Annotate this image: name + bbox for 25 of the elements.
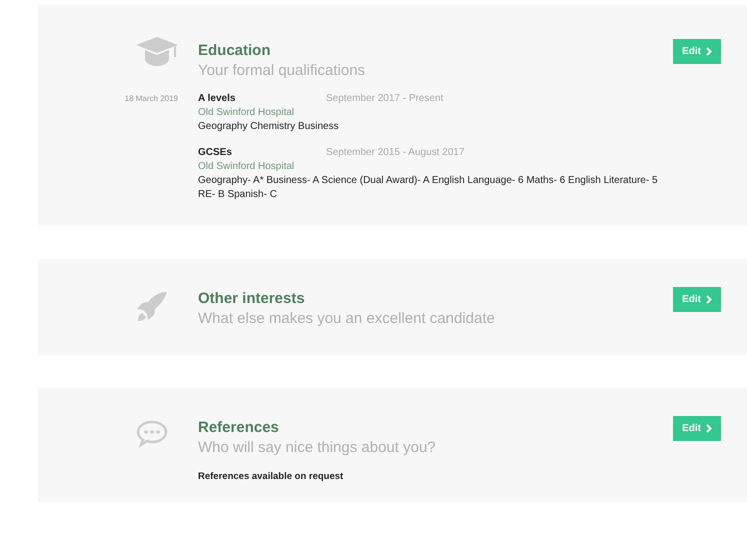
school-name: Old Swinford Hospital <box>198 160 296 174</box>
date-range: September 2015 - August 2017 <box>326 146 464 160</box>
date-range: September 2017 - Present <box>326 92 444 106</box>
chevron-right-icon <box>706 424 712 433</box>
chevron-right-icon <box>706 295 712 304</box>
school-name: Old Swinford Hospital <box>198 106 296 120</box>
edit-button[interactable]: Edit <box>673 39 721 64</box>
rocket-icon <box>136 291 168 323</box>
section-subtitle: Your formal qualifications <box>198 61 366 81</box>
subjects-text: Geography- A* Business- A Science (Dual Award)- A English Language- 6 Maths- 6 English Literature- 5 RE- B Spanish- C <box>198 174 658 202</box>
subjects-text: Geography Chemistry Business <box>198 120 340 134</box>
chevron-right-icon <box>706 47 712 56</box>
graduation-cap-icon <box>136 37 178 67</box>
section-subtitle: Who will say nice things about you? <box>198 438 437 458</box>
section-title: References <box>198 418 280 438</box>
edit-button[interactable]: Edit <box>673 416 721 441</box>
qualification-title: GCSEs <box>198 146 233 160</box>
references-note: References available on request <box>198 470 344 484</box>
section-title: Education <box>198 41 272 61</box>
speech-bubble-icon <box>136 420 168 448</box>
edit-button[interactable]: Edit <box>673 287 721 312</box>
date-text: 18 March 2019 <box>124 93 178 105</box>
qualification-title: A levels <box>198 92 236 106</box>
section-title: Other interests <box>198 289 306 309</box>
section-subtitle: What else makes you an excellent candidate <box>198 309 496 329</box>
